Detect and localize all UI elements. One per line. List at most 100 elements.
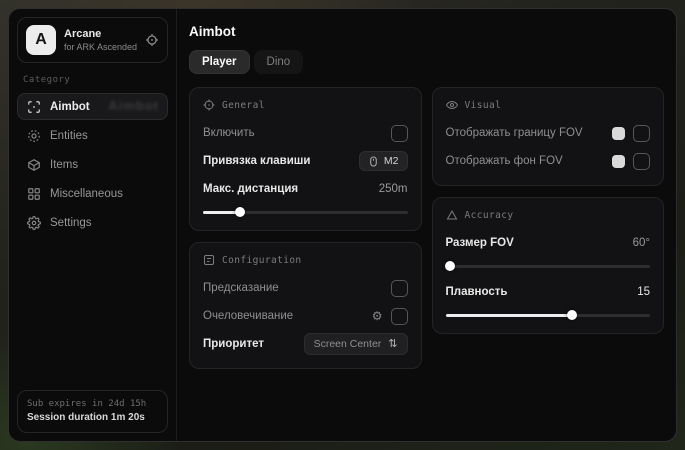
sidebar-item-label: Miscellaneous [50,188,123,200]
keybind-row: Привязка клавиши M2 [203,150,408,172]
sidebar-item-label: Entities [50,130,88,142]
humanize-label: Очеловечивание [203,310,293,322]
fov-border-color-swatch[interactable] [612,127,625,140]
fov-fill-controls [612,153,650,170]
slider-track [446,265,651,268]
enable-checkbox[interactable] [391,125,408,142]
prediction-label: Предсказание [203,282,279,294]
sidebar-item-miscellaneous[interactable]: Miscellaneous [17,180,168,207]
category-label: Category [23,75,162,85]
card-grid: General Включить Привязка клавиши [189,87,664,369]
target-icon[interactable] [145,33,159,47]
humanize-controls: ⚙ [372,308,408,325]
keybind-label: Привязка клавиши [203,155,310,167]
fov-size-row: Размер FOV 60° [446,232,651,254]
aimbot-watermark: Aimbot [108,98,159,113]
prediction-checkbox[interactable] [391,280,408,297]
general-card: General Включить Привязка клавиши [189,87,422,231]
brand-logo: A [26,25,56,55]
card-title: Visual [465,100,502,111]
priority-label: Приоритет [203,338,264,350]
gear-icon[interactable]: ⚙ [372,310,383,322]
chevron-updown-icon: ⇅ [388,339,397,350]
fov-border-checkbox[interactable] [633,125,650,142]
sub-expires-text: Sub expires in 24d 15h [27,398,158,411]
configuration-card-header: Configuration [203,254,408,266]
accuracy-card: Accuracy Размер FOV 60° Плавность 15 [432,197,665,334]
sidebar-item-aimbot[interactable]: Aimbot Aimbot [17,93,168,120]
sidebar: A Arcane for ARK Ascended Category [9,9,177,441]
slider-thumb[interactable] [445,261,455,271]
sidebar-item-entities[interactable]: Entities [17,122,168,149]
general-card-header: General [203,99,408,111]
sidebar-item-label: Aimbot [50,101,90,113]
visual-card-header: Visual [446,99,651,111]
fov-border-label: Отображать границу FOV [446,127,583,139]
priority-value: Screen Center [314,338,382,350]
tab-bar: Player Dino [189,50,664,74]
enable-row: Включить [203,122,408,144]
card-title: Configuration [222,255,302,266]
mouse-icon [368,156,379,167]
priority-row: Приоритет Screen Center ⇅ [203,333,408,355]
fov-size-label: Размер FOV [446,237,514,249]
sidebar-item-label: Settings [50,217,92,229]
distance-slider[interactable] [203,207,408,217]
smooth-row: Плавность 15 [446,281,651,303]
brand-subtitle: for ARK Ascended [64,41,137,53]
slider-thumb[interactable] [235,207,245,217]
fov-fill-row: Отображать фон FOV [446,150,651,172]
distance-label: Макс. дистанция [203,183,298,195]
radar-icon [27,129,41,143]
distance-row: Макс. дистанция 250m [203,178,408,200]
sidebar-item-items[interactable]: Items [17,151,168,178]
tune-icon [203,254,215,266]
brand-header: A Arcane for ARK Ascended [17,17,168,63]
triangle-icon [446,209,458,221]
main-content: Aimbot Player Dino General [177,9,676,441]
brand-name: Arcane [64,28,137,41]
target-icon [203,99,215,111]
app-window: A Arcane for ARK Ascended Category [8,8,677,442]
humanize-row: Очеловечивание ⚙ [203,305,408,327]
sidebar-item-settings[interactable]: Settings [17,209,168,236]
smooth-label: Плавность [446,286,508,298]
card-title: Accuracy [465,210,514,221]
fov-fill-label: Отображать фон FOV [446,155,563,167]
card-title: General [222,100,265,111]
tab-player[interactable]: Player [189,50,250,74]
accuracy-card-header: Accuracy [446,209,651,221]
slider-fill [446,314,573,317]
left-column: General Включить Привязка клавиши [189,87,422,369]
configuration-card: Configuration Предсказание Очеловечивани… [189,242,422,369]
fov-size-slider[interactable] [446,261,651,271]
eye-icon [446,99,458,111]
fov-border-controls [612,125,650,142]
enable-label: Включить [203,127,255,139]
prediction-row: Предсказание [203,277,408,299]
fov-size-value: 60° [633,237,650,249]
page-title: Aimbot [189,24,664,39]
sidebar-item-label: Items [50,159,78,171]
fov-border-row: Отображать границу FOV [446,122,651,144]
session-duration-text: Session duration 1m 20s [27,411,158,425]
brand-text: Arcane for ARK Ascended [64,28,137,53]
smooth-slider[interactable] [446,310,651,320]
session-info-box: Sub expires in 24d 15h Session duration … [17,390,168,433]
distance-value: 250m [379,183,408,195]
visual-card: Visual Отображать границу FOV Отображать… [432,87,665,186]
priority-select[interactable]: Screen Center ⇅ [304,333,408,355]
keybind-button[interactable]: M2 [359,151,408,171]
brand-initial: A [35,31,47,49]
humanize-checkbox[interactable] [391,308,408,325]
gear-icon [27,216,41,230]
fov-fill-checkbox[interactable] [633,153,650,170]
crosshair-icon [27,100,41,114]
grid-icon [27,187,41,201]
right-column: Visual Отображать границу FOV Отображать… [432,87,665,334]
keybind-value: M2 [384,155,399,167]
package-icon [27,158,41,172]
fov-fill-color-swatch[interactable] [612,155,625,168]
tab-dino[interactable]: Dino [254,50,304,74]
slider-thumb[interactable] [567,310,577,320]
